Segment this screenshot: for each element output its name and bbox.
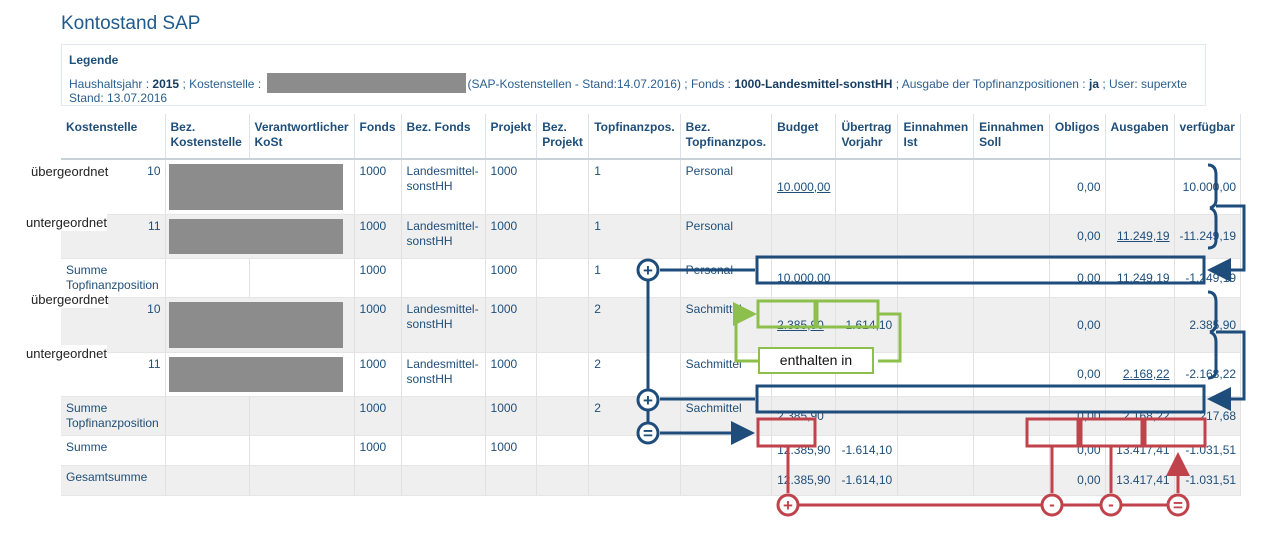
contained-in-label: enthalten in — [758, 347, 874, 374]
bracket-child — [1207, 206, 1218, 250]
total-budget-highlight — [756, 417, 817, 448]
bracket-parent — [1207, 290, 1218, 334]
svg-text:+: + — [783, 496, 793, 515]
contained-arrow — [733, 302, 758, 363]
subtotal-box-personal — [755, 255, 1206, 285]
plus-sign: + — [643, 391, 653, 410]
equals-sign: = — [643, 424, 653, 443]
contained-connector — [878, 312, 902, 363]
carryover-highlight — [815, 299, 880, 329]
svg-text:-: - — [1108, 495, 1114, 514]
budget-highlight — [756, 299, 817, 329]
total-ausgaben-highlight — [1079, 417, 1144, 448]
total-verfuegbar-highlight — [1143, 417, 1207, 448]
plus-sign: + — [643, 261, 653, 280]
svg-text:=: = — [1173, 496, 1183, 515]
bracket-parent — [1207, 163, 1218, 210]
bracket-child — [1207, 330, 1218, 380]
total-obligo-highlight — [1025, 417, 1080, 448]
subtotal-box-sachmittel — [755, 384, 1206, 414]
annotation-overlay: + + = + - - = — [636, 163, 1246, 517]
svg-text:-: - — [1049, 495, 1055, 514]
